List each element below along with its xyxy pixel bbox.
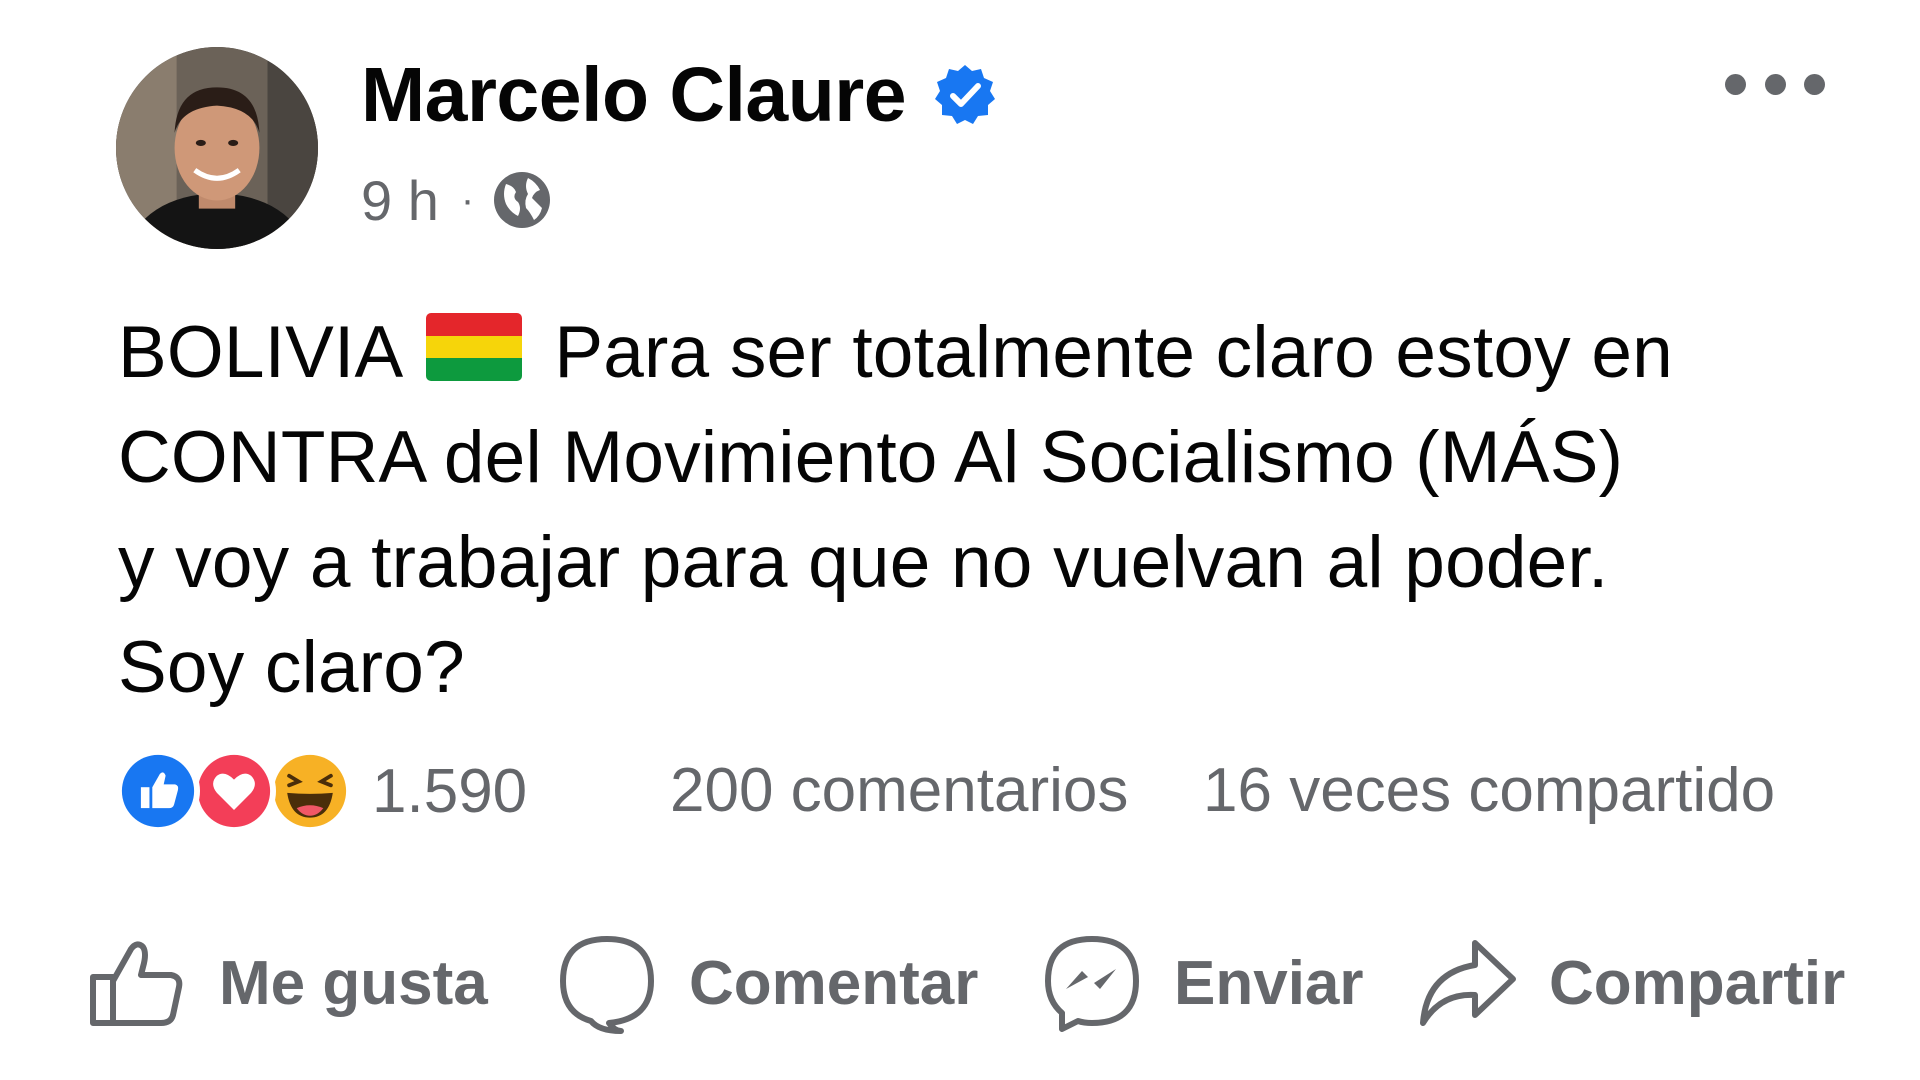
more-options-icon[interactable] (1725, 64, 1825, 104)
post-text-line-3: y voy a trabajar para que no vuelvan al … (118, 522, 1609, 603)
post-text-line-4: Soy claro? (118, 627, 465, 708)
author-avatar[interactable] (116, 47, 318, 249)
like-button-label: Me gusta (219, 948, 488, 1018)
avatar-image (116, 47, 318, 249)
like-reaction-icon (116, 749, 200, 833)
thumbs-up-icon (90, 941, 183, 1026)
author-name[interactable]: Marcelo Claure (361, 50, 907, 140)
messenger-icon (1045, 936, 1139, 1032)
send-button[interactable]: Enviar (1040, 928, 1364, 1038)
post-text-line-2: CONTRA del Movimiento Al Socialismo (MÁS… (118, 417, 1624, 498)
post-meta: 9 h · (361, 165, 552, 235)
post-text-line-1: BOLIVIA Para ser totalmente claro estoy … (118, 312, 1673, 393)
share-arrow-icon (1420, 940, 1516, 1026)
facebook-post: Marcelo Claure 9 h · BOLIVIA Para ser to… (0, 0, 1920, 1080)
share-button-label: Compartir (1549, 948, 1846, 1018)
comment-button[interactable]: Comentar (555, 928, 978, 1038)
bolivia-flag-emoji (425, 313, 522, 381)
reactions-summary[interactable]: 1.590 (116, 748, 527, 834)
shares-count-link[interactable]: 16 veces compartido (1203, 755, 1775, 826)
post-timestamp[interactable]: 9 h (361, 168, 439, 233)
meta-separator: · (460, 177, 475, 222)
send-button-label: Enviar (1174, 948, 1364, 1018)
love-reaction-icon (192, 749, 276, 833)
haha-reaction-icon (268, 749, 352, 833)
reactions-count: 1.590 (372, 756, 528, 826)
verified-badge-icon (935, 65, 995, 124)
globe-icon (494, 172, 551, 228)
comments-count-link[interactable]: 200 comentarios (670, 755, 1128, 826)
comment-button-label: Comentar (689, 948, 979, 1018)
post-body: BOLIVIA Para ser totalmente claro estoy … (118, 300, 1878, 720)
comment-bubble-icon (560, 936, 654, 1034)
like-button[interactable]: Me gusta (85, 928, 488, 1038)
share-button[interactable]: Compartir (1415, 928, 1845, 1038)
post-action-bar: Me gusta Comentar Enviar Compartir (85, 928, 1865, 1038)
